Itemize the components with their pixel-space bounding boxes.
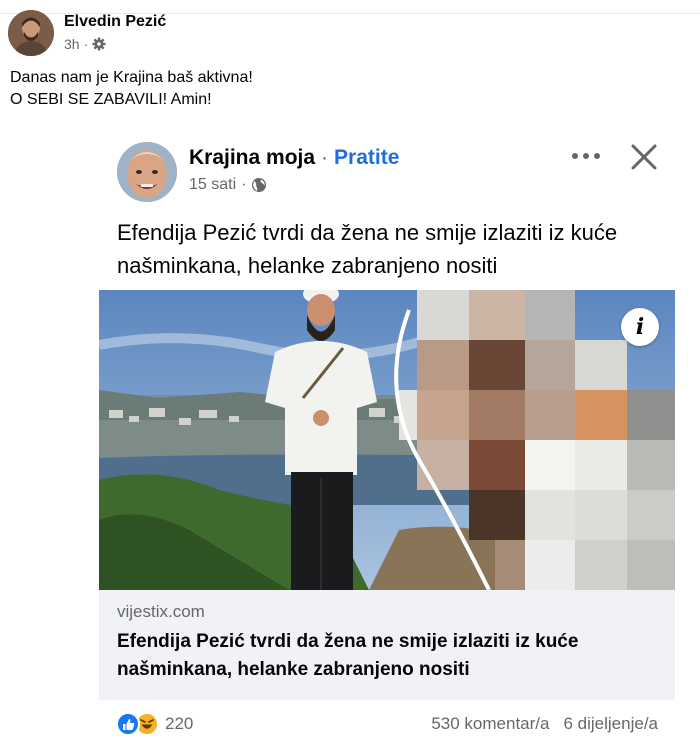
post-time[interactable]: 3h: [64, 36, 80, 52]
more-dot: [594, 153, 600, 159]
link-domain: vijestix.com: [117, 602, 205, 621]
close-icon[interactable]: [629, 142, 659, 172]
gear-icon: [92, 37, 106, 51]
post-text: Danas nam je Krajina baš aktivna! O SEBI…: [10, 67, 253, 111]
page-avatar[interactable]: [117, 142, 177, 202]
author-name[interactable]: Elvedin Pezić: [64, 13, 166, 31]
separator-dot: ·: [241, 176, 247, 193]
separator-dot: ·: [321, 146, 329, 169]
post-header: Elvedin Pezić 3h ·: [8, 10, 166, 56]
post-photo[interactable]: i: [99, 290, 675, 590]
comments-count[interactable]: 530 komentar/a: [431, 714, 549, 734]
globe-icon: [251, 177, 267, 193]
engagement-stats: 530 komentar/a 6 dijeljenje/a: [431, 714, 658, 734]
like-icon: [116, 712, 140, 736]
separator-dot: ·: [83, 36, 89, 52]
info-icon[interactable]: i: [621, 308, 659, 346]
link-preview[interactable]: vijestix.com Efendija Pezić tvrdi da žen…: [99, 590, 675, 700]
shared-post-header: Krajina moja · Pratite 15 sati ·: [117, 142, 399, 202]
shares-count[interactable]: 6 dijeljenje/a: [563, 714, 658, 734]
post-text-line: O SEBI SE ZABAVILI! Amin!: [10, 91, 212, 108]
follow-button[interactable]: Pratite: [334, 146, 399, 170]
reactions-count[interactable]: 220: [165, 714, 193, 734]
shared-post-time[interactable]: 15 sati: [189, 176, 236, 194]
page-name[interactable]: Krajina moja: [189, 146, 315, 170]
link-title[interactable]: Efendija Pezić tvrdi da žena ne smije iz…: [117, 628, 657, 684]
more-options-button[interactable]: [566, 146, 606, 166]
more-dot: [572, 153, 578, 159]
author-avatar[interactable]: [8, 10, 54, 56]
shared-post[interactable]: Krajina moja · Pratite 15 sati · Efendij…: [99, 124, 675, 700]
more-dot: [583, 153, 589, 159]
post-text-line: Danas nam je Krajina baš aktivna!: [10, 69, 253, 86]
reactions-summary[interactable]: 220: [116, 712, 193, 736]
shared-post-text: Efendija Pezić tvrdi da žena ne smije iz…: [117, 220, 618, 278]
